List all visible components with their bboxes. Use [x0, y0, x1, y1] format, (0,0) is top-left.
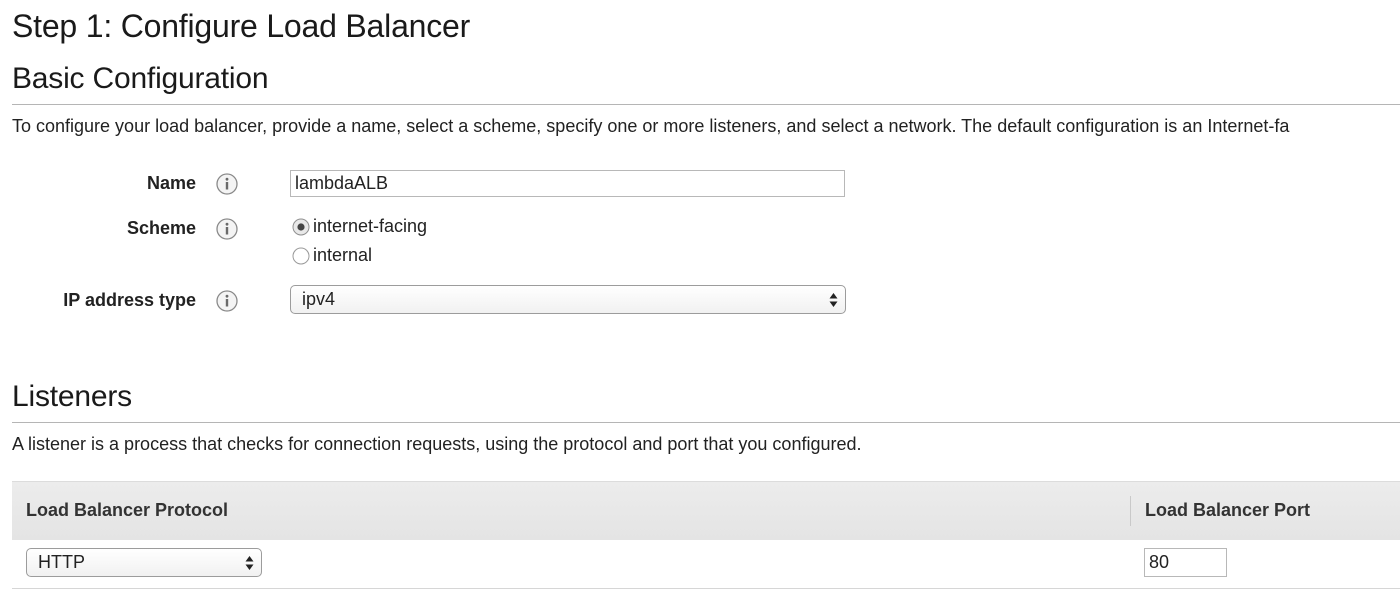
basic-configuration-description: To configure your load balancer, provide…	[12, 116, 1290, 136]
section-divider	[12, 104, 1400, 105]
listeners-table-header: Load Balancer Protocol Load Balancer Por…	[12, 481, 1400, 541]
scheme-option-label: internet-facing	[313, 216, 428, 236]
configure-load-balancer-page: Step 1: Configure Load Balancer Basic Co…	[0, 0, 1400, 594]
port-input[interactable]	[1144, 548, 1227, 577]
ip-address-type-select[interactable]: ipv4	[290, 285, 846, 314]
page-title: Step 1: Configure Load Balancer	[12, 8, 471, 44]
name-input[interactable]	[290, 170, 845, 197]
select-arrows-icon	[829, 292, 838, 307]
scheme-option-internet-facing[interactable]: internet-facing	[292, 216, 427, 237]
column-header-protocol: Load Balancer Protocol	[26, 500, 229, 520]
basic-configuration-heading: Basic Configuration	[12, 62, 269, 95]
listeners-description: A listener is a process that checks for …	[12, 434, 862, 454]
column-header-port: Load Balancer Port	[1145, 500, 1311, 520]
listeners-heading: Listeners	[12, 380, 132, 413]
name-label: Name	[146, 173, 196, 193]
protocol-value: HTTP	[38, 552, 85, 572]
info-icon[interactable]	[216, 218, 238, 240]
info-icon[interactable]	[216, 290, 238, 312]
scheme-option-label: internal	[313, 245, 373, 265]
column-divider	[1130, 496, 1131, 526]
table-row: HTTP	[12, 540, 1400, 589]
protocol-select[interactable]: HTTP	[26, 548, 262, 577]
section-divider	[12, 422, 1400, 423]
scheme-option-internal[interactable]: internal	[292, 245, 372, 266]
select-arrows-icon	[245, 555, 254, 570]
scheme-label: Scheme	[126, 218, 196, 238]
radio-unselected-icon[interactable]	[292, 247, 310, 265]
info-icon[interactable]	[216, 173, 238, 195]
ip-address-type-label: IP address type	[63, 290, 196, 310]
ip-address-type-value: ipv4	[302, 289, 336, 309]
radio-selected-icon[interactable]	[292, 218, 310, 236]
